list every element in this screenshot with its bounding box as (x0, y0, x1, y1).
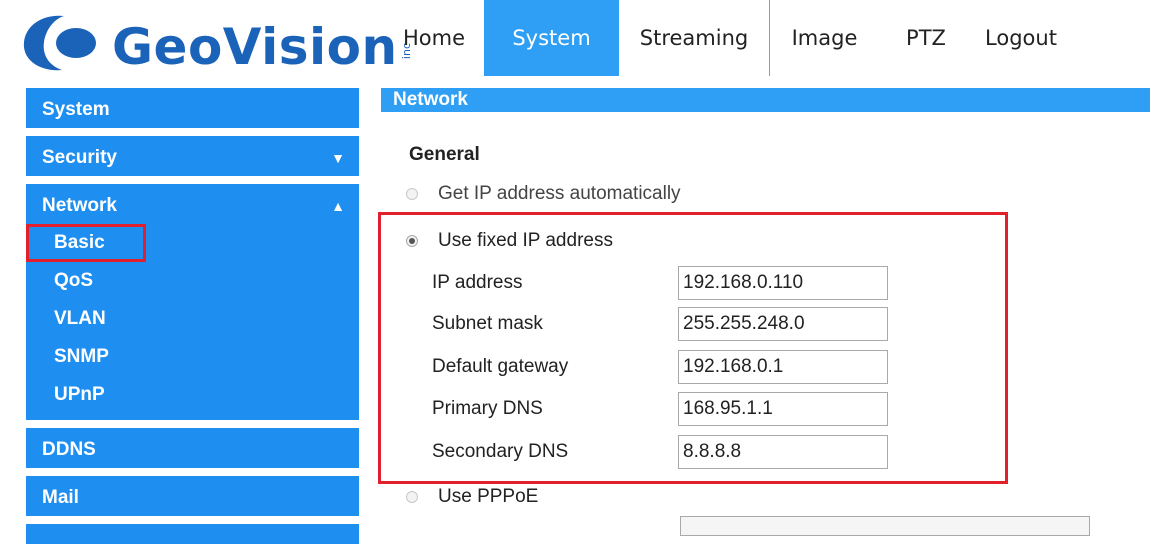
subnet-mask-input[interactable] (678, 307, 888, 341)
field-ip-address: IP address (432, 266, 888, 300)
field-default-gateway: Default gateway (432, 350, 888, 384)
tab-streaming[interactable]: Streaming (619, 0, 769, 76)
sidebar-subitem-qos[interactable]: QoS (26, 262, 359, 300)
sidebar-item-label: System (42, 99, 110, 120)
sidebar-item-network[interactable]: Network ▲ (26, 184, 359, 224)
field-label: Secondary DNS (432, 441, 569, 462)
radio-label: Use fixed IP address (438, 230, 613, 251)
sidebar-subitem-upnp[interactable]: UPnP (26, 376, 359, 414)
tab-logout[interactable]: Logout (973, 0, 1069, 76)
radio-button[interactable] (406, 188, 418, 200)
field-label: Default gateway (432, 356, 569, 377)
radio-button[interactable] (406, 491, 418, 503)
tab-system[interactable]: System (484, 0, 619, 76)
pppoe-field-input[interactable] (680, 516, 1090, 536)
field-label: Primary DNS (432, 398, 543, 419)
sidebar-item-label: Security (42, 147, 117, 168)
tab-image[interactable]: Image (770, 0, 879, 76)
sidebar-group-network: Network ▲ Basic QoS VLAN SNMP UPnP (26, 184, 359, 420)
primary-dns-input[interactable] (678, 392, 888, 426)
sidebar-item-next[interactable] (26, 524, 359, 544)
sidebar-item-system[interactable]: System (26, 88, 359, 128)
section-title-general: General (409, 144, 480, 165)
top-nav: Home System Streaming Image PTZ Logout (384, 0, 1069, 76)
field-subnet-mask: Subnet mask (432, 307, 888, 341)
radio-get-ip-auto[interactable]: Get IP address automatically (406, 183, 681, 205)
content-header: Network (381, 88, 1150, 112)
sidebar-item-label: Mail (42, 487, 79, 508)
triangle-up-icon: ▲ (331, 198, 345, 214)
radio-button[interactable] (406, 235, 418, 247)
radio-use-fixed-ip[interactable]: Use fixed IP address (406, 230, 613, 252)
sidebar-item-label: DDNS (42, 439, 96, 460)
triangle-down-icon: ▼ (331, 150, 345, 166)
secondary-dns-input[interactable] (678, 435, 888, 469)
sidebar-subitem-vlan[interactable]: VLAN (26, 300, 359, 338)
sidebar-item-ddns[interactable]: DDNS (26, 428, 359, 468)
geovision-logo: GeoVision inc (18, 0, 413, 88)
tab-ptz[interactable]: PTZ (879, 0, 973, 76)
radio-label: Get IP address automatically (438, 183, 681, 204)
sidebar-item-label: Network (42, 195, 117, 216)
tab-home[interactable]: Home (384, 0, 484, 76)
field-label: Subnet mask (432, 313, 543, 334)
sidebar: System Security ▼ Network ▲ Basic QoS VL… (26, 88, 359, 552)
field-secondary-dns: Secondary DNS (432, 435, 888, 469)
sidebar-subitem-snmp[interactable]: SNMP (26, 338, 359, 376)
default-gateway-input[interactable] (678, 350, 888, 384)
field-label: IP address (432, 272, 523, 293)
ip-address-input[interactable] (678, 266, 888, 300)
field-primary-dns: Primary DNS (432, 392, 888, 426)
radio-use-pppoe[interactable]: Use PPPoE (406, 486, 538, 508)
sidebar-subitem-basic[interactable]: Basic (26, 224, 146, 262)
radio-label: Use PPPoE (438, 486, 539, 507)
sidebar-item-mail[interactable]: Mail (26, 476, 359, 516)
logo-wordmark: GeoVision (112, 18, 398, 76)
sidebar-item-security[interactable]: Security ▼ (26, 136, 359, 176)
logo-mark-icon (18, 10, 108, 74)
